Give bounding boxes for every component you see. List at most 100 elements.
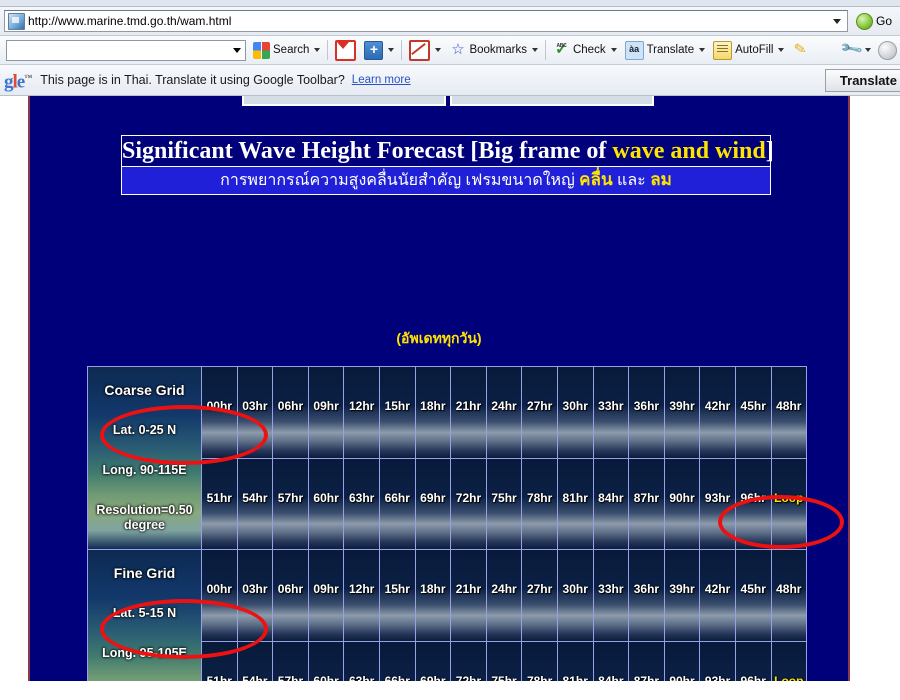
- forecast-hour-cell[interactable]: 66hr: [379, 641, 416, 681]
- forecast-hour-cell[interactable]: 12hr: [344, 367, 380, 458]
- forecast-hour-cell[interactable]: 21hr: [451, 550, 487, 641]
- forecast-hour-cell[interactable]: 72hr: [451, 458, 487, 549]
- forecast-hour-cell[interactable]: 03hr: [237, 367, 274, 458]
- forecast-hour-cell[interactable]: 93hr: [700, 458, 736, 549]
- forecast-hour-cell[interactable]: 57hr: [273, 641, 309, 681]
- forecast-hour-cell[interactable]: 87hr: [629, 458, 665, 549]
- forecast-hour-cell[interactable]: 36hr: [629, 367, 665, 458]
- learn-more-link[interactable]: Learn more: [352, 74, 411, 86]
- forecast-hour-cell[interactable]: 06hr: [273, 550, 309, 641]
- forecast-hour-cell[interactable]: 39hr: [664, 550, 701, 641]
- forecast-hour-cell[interactable]: 90hr: [664, 458, 701, 549]
- forecast-hour-cell[interactable]: 63hr: [344, 641, 380, 681]
- forecast-hour-cell[interactable]: 12hr: [344, 550, 380, 641]
- forecast-hour-cell[interactable]: 48hr: [771, 367, 807, 458]
- chevron-down-icon[interactable]: [388, 48, 395, 52]
- forecast-hour-cell[interactable]: 42hr: [700, 367, 736, 458]
- forecast-hour-cell[interactable]: 54hr: [237, 458, 274, 549]
- toolbar-button-search[interactable]: Search: [249, 41, 324, 59]
- forecast-hour-cell[interactable]: 90hr: [664, 641, 701, 681]
- forecast-hour-cell[interactable]: 78hr: [522, 641, 558, 681]
- forecast-hour-cell[interactable]: 27hr: [522, 550, 558, 641]
- forecast-hour-cell[interactable]: 18hr: [415, 550, 452, 641]
- forecast-hour-cell[interactable]: 18hr: [415, 367, 452, 458]
- forecast-hour-cell[interactable]: 78hr: [522, 458, 558, 549]
- forecast-hour-cell[interactable]: 75hr: [486, 458, 523, 549]
- forecast-hour-cell[interactable]: 09hr: [308, 550, 345, 641]
- chevron-down-icon[interactable]: [531, 48, 538, 52]
- banner-title-part2: ]: [765, 138, 774, 164]
- forecast-hour-cell[interactable]: 45hr: [735, 367, 772, 458]
- forecast-hour-cell[interactable]: 30hr: [557, 367, 594, 458]
- forecast-hour-cell[interactable]: 24hr: [486, 367, 523, 458]
- url-input[interactable]: http://www.marine.tmd.go.th/wam.html: [4, 10, 848, 32]
- forecast-hour-cell[interactable]: 06hr: [273, 367, 309, 458]
- forecast-hour-cell[interactable]: 72hr: [451, 641, 487, 681]
- forecast-grid-table: Coarse Grid Lat. 0-25 N Long. 90-115E Resol…: [87, 366, 844, 681]
- forecast-hour-cell[interactable]: 45hr: [735, 550, 772, 641]
- chevron-down-icon[interactable]: [610, 48, 617, 52]
- forecast-hour-cell[interactable]: 60hr: [308, 641, 345, 681]
- forecast-hour-cell[interactable]: 09hr: [308, 367, 345, 458]
- toolbar-button-gmail[interactable]: [331, 39, 360, 61]
- forecast-loop-cell[interactable]: Loop: [771, 641, 807, 681]
- toolbar-divider: [401, 40, 403, 60]
- forecast-hour-cell[interactable]: 96hr: [735, 458, 772, 549]
- toolbar-account-icon[interactable]: [878, 40, 897, 60]
- forecast-hour-cell[interactable]: 03hr: [237, 550, 274, 641]
- forecast-hour-cell[interactable]: 33hr: [593, 367, 630, 458]
- toolbar-button-bookmarks[interactable]: ☆ Bookmarks: [445, 42, 542, 59]
- chevron-down-icon[interactable]: [314, 48, 321, 52]
- forecast-hour-cell[interactable]: 15hr: [379, 367, 416, 458]
- forecast-hour-cell[interactable]: 15hr: [379, 550, 416, 641]
- forecast-hour-cell[interactable]: 87hr: [629, 641, 665, 681]
- forecast-hour-cell[interactable]: 54hr: [237, 641, 274, 681]
- forecast-hour-cell[interactable]: 84hr: [593, 458, 630, 549]
- forecast-hour-cell[interactable]: 84hr: [593, 641, 630, 681]
- toolbar-button-settings[interactable]: 🔧: [839, 36, 875, 61]
- forecast-hour-cell[interactable]: 81hr: [557, 641, 594, 681]
- forecast-hour-cell[interactable]: 39hr: [664, 367, 701, 458]
- forecast-hour-cell[interactable]: 27hr: [522, 367, 558, 458]
- forecast-hour-cell[interactable]: 48hr: [771, 550, 807, 641]
- forecast-hour-cell[interactable]: 93hr: [700, 641, 736, 681]
- toolbar-button-highlight[interactable]: ✎: [788, 40, 813, 59]
- toolbar-button-autofill[interactable]: AutoFill: [709, 40, 788, 60]
- forecast-loop-cell[interactable]: Loop: [771, 458, 807, 549]
- forecast-hour-cell[interactable]: 00hr: [202, 550, 238, 641]
- chevron-down-icon[interactable]: [865, 48, 871, 52]
- chevron-down-icon[interactable]: [435, 48, 442, 52]
- forecast-hour-cell[interactable]: 60hr: [308, 458, 345, 549]
- forecast-hour-cell[interactable]: 33hr: [593, 550, 630, 641]
- toolbar-button-share[interactable]: [360, 40, 398, 60]
- chevron-down-icon[interactable]: [699, 48, 706, 52]
- chevron-down-icon[interactable]: [778, 48, 785, 52]
- toolbar-button-translate[interactable]: àa Translate: [621, 40, 710, 60]
- forecast-hour-cell[interactable]: 51hr: [202, 458, 238, 549]
- toolbar-search-input[interactable]: [6, 39, 246, 61]
- top-image-right[interactable]: [450, 96, 654, 106]
- forecast-hour-cell[interactable]: 69hr: [415, 458, 452, 549]
- forecast-hour-cell[interactable]: 81hr: [557, 458, 594, 549]
- go-button[interactable]: Go: [850, 12, 898, 30]
- forecast-hour-cell[interactable]: 24hr: [486, 550, 523, 641]
- forecast-hour-cell[interactable]: 96hr: [735, 641, 772, 681]
- forecast-hour-cell[interactable]: 00hr: [202, 367, 238, 458]
- translate-button[interactable]: Translate: [824, 68, 900, 92]
- url-dropdown-icon[interactable]: [832, 18, 841, 24]
- forecast-hour-cell[interactable]: 57hr: [273, 458, 309, 549]
- forecast-hour-label: 81hr: [562, 673, 588, 681]
- toolbar-button-check[interactable]: ✓ Check: [549, 38, 621, 59]
- forecast-hour-cell[interactable]: 66hr: [379, 458, 416, 549]
- forecast-hour-cell[interactable]: 51hr: [202, 641, 238, 681]
- forecast-hour-cell[interactable]: 69hr: [415, 641, 452, 681]
- forecast-hour-cell[interactable]: 42hr: [700, 550, 736, 641]
- toolbar-button-popup-blocker[interactable]: [405, 39, 445, 61]
- forecast-hour-cell[interactable]: 21hr: [451, 367, 487, 458]
- top-image-left[interactable]: [242, 96, 446, 106]
- forecast-hour-cell[interactable]: 30hr: [557, 550, 594, 641]
- search-history-icon[interactable]: [233, 47, 241, 53]
- forecast-hour-cell[interactable]: 75hr: [486, 641, 523, 681]
- forecast-hour-cell[interactable]: 36hr: [629, 550, 665, 641]
- forecast-hour-cell[interactable]: 63hr: [344, 458, 380, 549]
